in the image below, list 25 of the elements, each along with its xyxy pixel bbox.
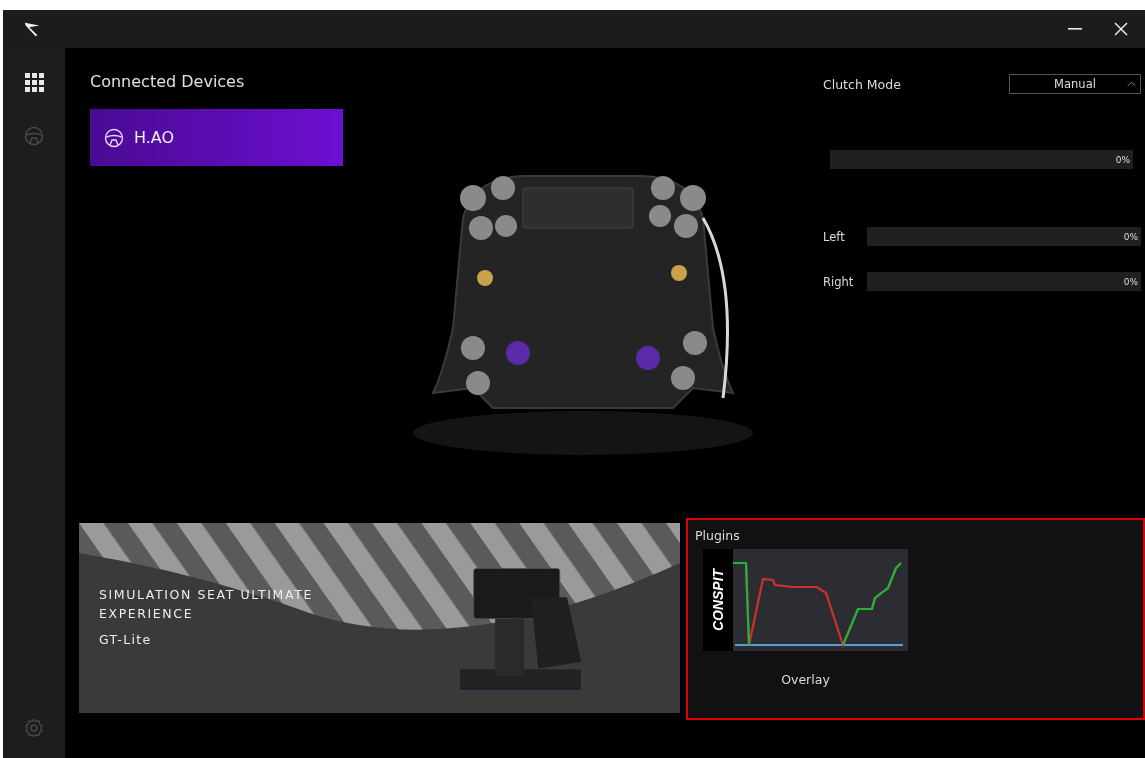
meter-label: Left [823,229,846,244]
steering-wheel-icon [104,127,124,148]
meter-reading: 0% [1123,276,1138,287]
minimize-icon [1068,28,1082,30]
close-icon [1113,21,1129,37]
clutch-mode-dropdown[interactable]: Manual [1009,74,1141,94]
meter-reading: 0% [1123,231,1138,242]
plugin-name: Overlay [780,672,831,687]
apps-grid-button[interactable] [22,70,46,94]
field-label: Clutch Mode [823,76,901,92]
banner-product-name: GT-Lite [99,632,153,647]
logo-text: CONSPIT [710,568,726,632]
settings-icon [24,718,44,738]
steering-wheel-icon [24,126,44,146]
section-title: Connected Devices [90,72,246,91]
section-title: Plugins [695,528,741,543]
banner-headline: SIMULATION SEAT ULTIMATE EXPERIENCE [99,586,314,623]
meter-reading: 0% [1115,154,1130,165]
plugin-thumbnail[interactable]: CONSPIT [703,549,908,651]
logo-icon [23,20,41,38]
grid-icon [24,72,44,92]
device-card[interactable]: H.AO [90,109,343,166]
caret-icon [1127,81,1136,87]
promo-banner[interactable]: SIMULATION SEAT ULTIMATE EXPERIENCE GT-Lite [79,523,680,713]
meter-label: Right [823,274,851,289]
